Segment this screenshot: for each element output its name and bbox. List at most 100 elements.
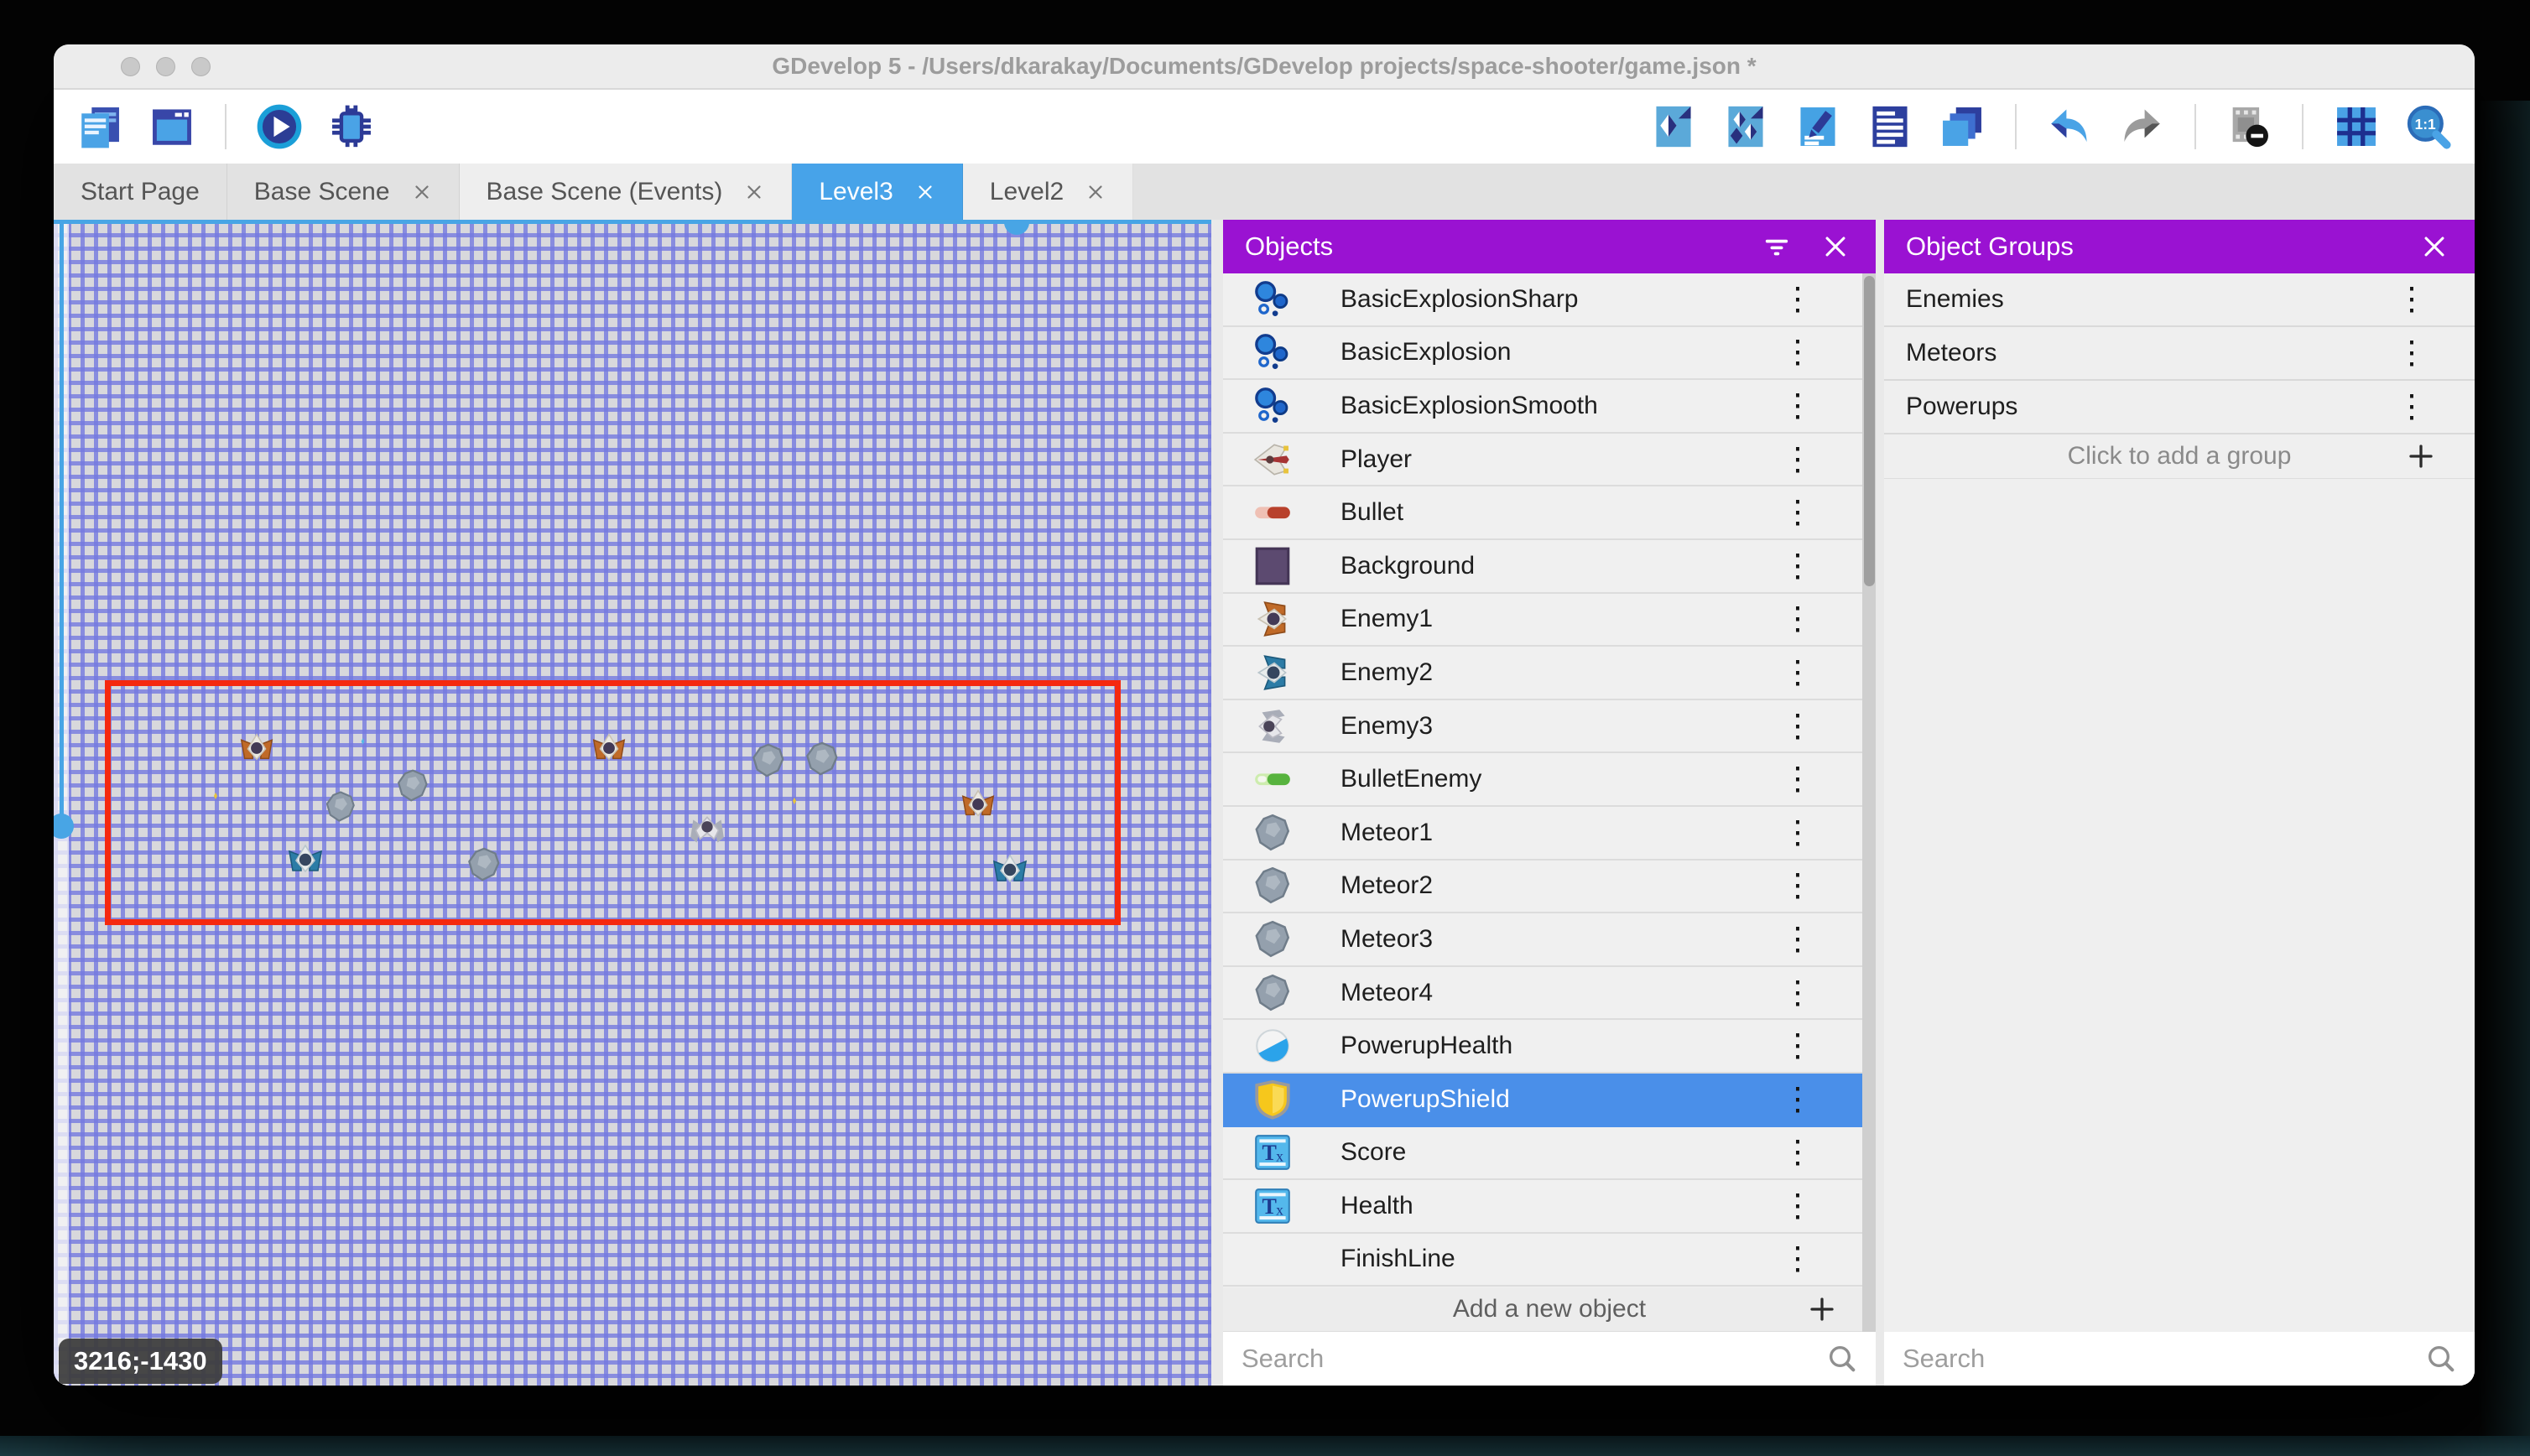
object-row-enemy2[interactable]: Enemy2⋮ — [1223, 647, 1876, 700]
tab-start-page[interactable]: Start Page — [54, 164, 227, 220]
canvas-sprite-ship-teal[interactable] — [285, 839, 325, 879]
object-row-enemy3[interactable]: Enemy3⋮ — [1223, 700, 1876, 754]
object-menu-icon[interactable]: ⋮ — [1782, 1190, 1814, 1222]
group-row-enemies[interactable]: Enemies⋮ — [1884, 273, 2475, 327]
object-menu-icon[interactable]: ⋮ — [1782, 497, 1814, 528]
toggle-objects-panel-button[interactable] — [1648, 101, 1700, 153]
object-row-player[interactable]: Player⋮ — [1223, 434, 1876, 487]
object-row-finishline[interactable]: FinishLine⋮ — [1223, 1234, 1876, 1287]
toggle-properties-panel-button[interactable] — [1792, 101, 1844, 153]
object-menu-icon[interactable]: ⋮ — [1782, 336, 1814, 368]
canvas-sprite-ship-teal[interactable] — [990, 849, 1030, 889]
close-object-groups-panel-icon[interactable] — [2416, 228, 2453, 265]
scene-canvas[interactable]: 3216;-1430 — [54, 220, 1211, 1386]
canvas-sprite-dot-yellow[interactable] — [790, 795, 799, 807]
toggle-instances-panel-button[interactable] — [1864, 101, 1916, 153]
debug-button[interactable] — [325, 101, 377, 153]
close-tab-icon[interactable] — [915, 182, 935, 202]
plus-icon[interactable] — [1807, 1294, 1837, 1324]
canvas-sprite-ship-gray[interactable] — [686, 809, 728, 851]
launch-preview-button[interactable] — [253, 101, 305, 153]
close-tab-icon[interactable] — [1085, 182, 1106, 202]
object-row-background[interactable]: Background⋮ — [1223, 540, 1876, 594]
object-menu-icon[interactable]: ⋮ — [1782, 923, 1814, 955]
object-menu-icon[interactable]: ⋮ — [1782, 283, 1814, 315]
canvas-sprite-meteor[interactable] — [803, 736, 841, 782]
tab-base-scene-events-[interactable]: Base Scene (Events) — [460, 164, 793, 220]
object-menu-icon[interactable]: ⋮ — [1782, 1243, 1814, 1275]
plus-icon[interactable] — [2406, 441, 2436, 471]
tab-level3[interactable]: Level3 — [792, 164, 962, 220]
toggle-window-mask-button[interactable] — [2223, 101, 2275, 153]
object-menu-icon[interactable]: ⋮ — [1782, 710, 1814, 742]
zoom-window-button[interactable] — [191, 57, 211, 76]
object-menu-icon[interactable]: ⋮ — [1782, 603, 1814, 635]
group-row-powerups[interactable]: Powerups⋮ — [1884, 381, 2475, 434]
close-objects-panel-icon[interactable] — [1817, 228, 1854, 265]
groups-search-input[interactable] — [1884, 1344, 2475, 1374]
canvas-sprite-meteor[interactable] — [461, 845, 507, 884]
object-row-powerupshield[interactable]: PowerupShield⋮ — [1223, 1074, 1876, 1127]
canvas-sprite-meteor[interactable] — [394, 759, 431, 813]
add-group-row[interactable]: Click to add a group — [1884, 434, 2475, 479]
object-row-enemy1[interactable]: Enemy1⋮ — [1223, 594, 1876, 647]
zoom-1-1-button[interactable]: 1:1 — [2402, 101, 2455, 153]
object-row-meteor3[interactable]: Meteor3⋮ — [1223, 913, 1876, 967]
objects-scrollbar-track[interactable] — [1862, 273, 1876, 1332]
project-manager-button[interactable] — [74, 101, 126, 153]
object-row-poweruphealth[interactable]: PowerupHealth⋮ — [1223, 1020, 1876, 1074]
object-row-basicexplosionsmooth[interactable]: BasicExplosionSmooth⋮ — [1223, 380, 1876, 434]
vertical-scroll-thumb[interactable] — [54, 814, 74, 839]
toggle-layers-panel-button[interactable] — [1936, 101, 1988, 153]
object-row-health[interactable]: TxHealth⋮ — [1223, 1180, 1876, 1234]
object-row-bullet[interactable]: Bullet⋮ — [1223, 486, 1876, 540]
open-scene-button[interactable] — [146, 101, 198, 153]
objects-scrollbar-thumb[interactable] — [1864, 276, 1875, 586]
toggle-grid-button[interactable] — [2330, 101, 2382, 153]
object-menu-icon[interactable]: ⋮ — [1782, 870, 1814, 902]
object-menu-icon[interactable]: ⋮ — [1782, 444, 1814, 476]
object-row-meteor1[interactable]: Meteor1⋮ — [1223, 807, 1876, 861]
object-menu-icon[interactable]: ⋮ — [1782, 657, 1814, 689]
tab-base-scene[interactable]: Base Scene — [227, 164, 460, 220]
add-object-row[interactable]: Add a new object — [1223, 1287, 1876, 1332]
close-window-button[interactable] — [121, 57, 140, 76]
toggle-object-groups-panel-button[interactable] — [1720, 101, 1772, 153]
object-row-score[interactable]: TxScore⋮ — [1223, 1127, 1876, 1181]
horizontal-scroll-thumb[interactable] — [1004, 220, 1029, 235]
canvas-sprite-ship-orange[interactable] — [959, 784, 997, 823]
group-menu-icon[interactable]: ⋮ — [2396, 283, 2428, 315]
canvas-sprite-dot-cyan[interactable] — [359, 736, 367, 746]
group-menu-icon[interactable]: ⋮ — [2396, 391, 2428, 423]
object-menu-icon[interactable]: ⋮ — [1782, 1084, 1814, 1115]
objects-search-input[interactable] — [1223, 1344, 1876, 1374]
object-row-basicexplosion[interactable]: BasicExplosion⋮ — [1223, 327, 1876, 381]
object-row-meteor2[interactable]: Meteor2⋮ — [1223, 861, 1876, 914]
canvas-sprite-dot-yellow[interactable] — [211, 790, 220, 802]
object-menu-icon[interactable]: ⋮ — [1782, 763, 1814, 795]
close-tab-icon[interactable] — [412, 182, 432, 202]
object-row-basicexplosionsharp[interactable]: BasicExplosionSharp⋮ — [1223, 273, 1876, 327]
tab-level2[interactable]: Level2 — [963, 164, 1133, 220]
canvas-horizontal-scrollbar[interactable] — [54, 220, 1211, 224]
canvas-sprite-meteor[interactable] — [749, 736, 788, 785]
object-menu-icon[interactable]: ⋮ — [1782, 1030, 1814, 1062]
object-menu-icon[interactable]: ⋮ — [1782, 390, 1814, 422]
redo-button[interactable] — [2116, 101, 2168, 153]
minimize-window-button[interactable] — [156, 57, 175, 76]
canvas-sprite-meteor[interactable] — [323, 784, 358, 829]
object-menu-icon[interactable]: ⋮ — [1782, 1136, 1814, 1168]
group-menu-icon[interactable]: ⋮ — [2396, 337, 2428, 369]
object-menu-icon[interactable]: ⋮ — [1782, 817, 1814, 849]
filter-icon[interactable] — [1758, 228, 1795, 265]
close-tab-icon[interactable] — [744, 182, 764, 202]
object-menu-icon[interactable]: ⋮ — [1782, 977, 1814, 1009]
canvas-vertical-scrollbar[interactable] — [60, 220, 64, 829]
object-row-bulletenemy[interactable]: BulletEnemy⋮ — [1223, 753, 1876, 807]
object-menu-icon[interactable]: ⋮ — [1782, 550, 1814, 582]
undo-button[interactable] — [2043, 101, 2095, 153]
canvas-sprite-ship-orange[interactable] — [590, 728, 628, 767]
canvas-sprite-ship-orange[interactable] — [237, 728, 276, 767]
object-row-meteor4[interactable]: Meteor4⋮ — [1223, 967, 1876, 1021]
group-row-meteors[interactable]: Meteors⋮ — [1884, 327, 2475, 381]
